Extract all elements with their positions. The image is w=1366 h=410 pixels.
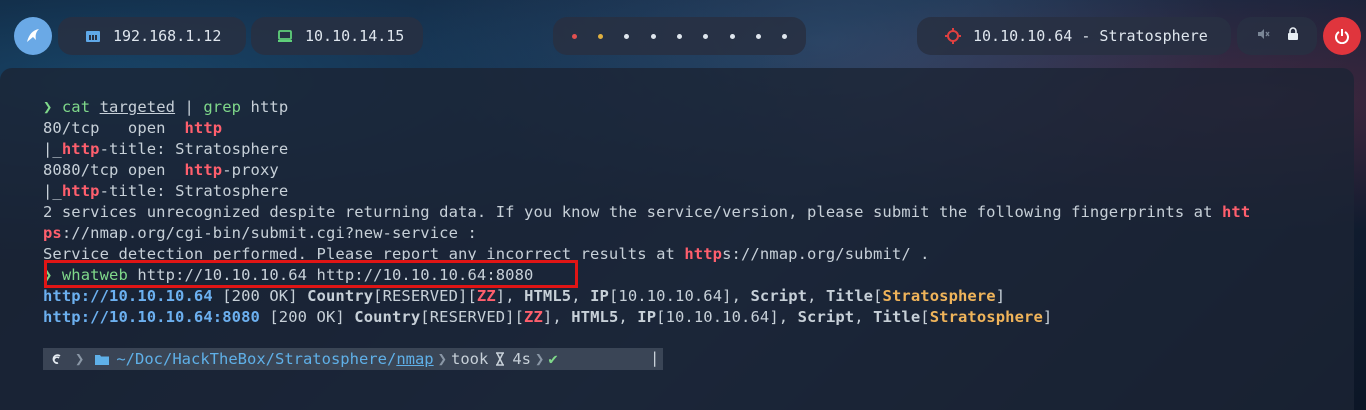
prompt-dir: nmap (396, 350, 434, 368)
terminal-line-port8080: 8080/tcp open http-proxy (43, 161, 279, 179)
speaker-muted-icon[interactable] (1256, 27, 1270, 45)
prompt-took: took (450, 350, 489, 368)
hourglass-icon (488, 348, 512, 370)
workspace-7[interactable] (729, 33, 735, 39)
prompt-duration: 4s (512, 350, 531, 368)
terminal-cursor[interactable]: | (650, 348, 659, 368)
debian-icon (43, 348, 71, 370)
workspace-6[interactable] (703, 33, 709, 39)
folder-icon (88, 348, 116, 370)
monitor-icon (277, 28, 293, 44)
lock-icon[interactable] (1287, 27, 1299, 45)
workspace-9[interactable] (782, 33, 788, 39)
host-ip-widget[interactable]: 192.168.1.12 (58, 17, 246, 55)
workspace-4[interactable] (650, 33, 656, 39)
workspace-switcher[interactable] (553, 17, 806, 55)
vpn-ip-widget[interactable]: 10.10.14.15 (251, 17, 423, 55)
workspace-5[interactable] (676, 33, 682, 39)
prompt-separator: ❯ (534, 350, 545, 368)
power-icon[interactable] (1323, 17, 1361, 55)
terminal-line-unrecognized: 2 services unrecognized despite returnin… (43, 203, 1251, 221)
highlight-box (44, 260, 578, 288)
terminal-line-result-8080: http://10.10.10.64:8080 [200 OK] Country… (43, 308, 1053, 326)
terminal-line-title2: |_http-title: Stratosphere (43, 182, 289, 200)
terminal-line-port80: 80/tcp open http (43, 119, 223, 137)
vpn-ip-text: 10.10.14.15 (305, 27, 405, 45)
top-bar: 192.168.1.12 10.10.14.15 10.10.10.64 - S… (0, 0, 1366, 70)
terminal-line-result-80: http://10.10.10.64 [200 OK] Country[RESE… (43, 287, 1006, 305)
workspace-2[interactable] (597, 33, 603, 39)
parrot-logo-icon[interactable] (14, 17, 52, 55)
terminal-line-cat: ❯ cat targeted | grep http (43, 98, 289, 116)
system-tray (1237, 17, 1317, 55)
crosshair-icon (945, 28, 961, 44)
target-text: 10.10.10.64 - Stratosphere (973, 27, 1208, 45)
prompt-status-check: ✔ (548, 350, 558, 368)
workspace-1[interactable] (571, 33, 577, 39)
prompt-separator: ❯ (437, 350, 447, 368)
terminal-line-nmap-url: ps://nmap.org/cgi-bin/submit.cgi?new-ser… (43, 224, 477, 242)
prompt-separator: ❯ (75, 350, 85, 368)
terminal-line-title1: |_http-title: Stratosphere (43, 140, 289, 158)
host-ip-text: 192.168.1.12 (113, 27, 222, 45)
workspace-8[interactable] (755, 33, 761, 39)
target-widget[interactable]: 10.10.10.64 - Stratosphere (917, 17, 1231, 55)
network-icon (85, 28, 101, 44)
prompt-path: ~/Doc/HackTheBox/Stratosphere/ (116, 350, 397, 368)
workspace-3[interactable] (624, 33, 630, 39)
shell-prompt: ❯ ~/Doc/HackTheBox/Stratosphere/nmap ❯ t… (43, 348, 663, 370)
